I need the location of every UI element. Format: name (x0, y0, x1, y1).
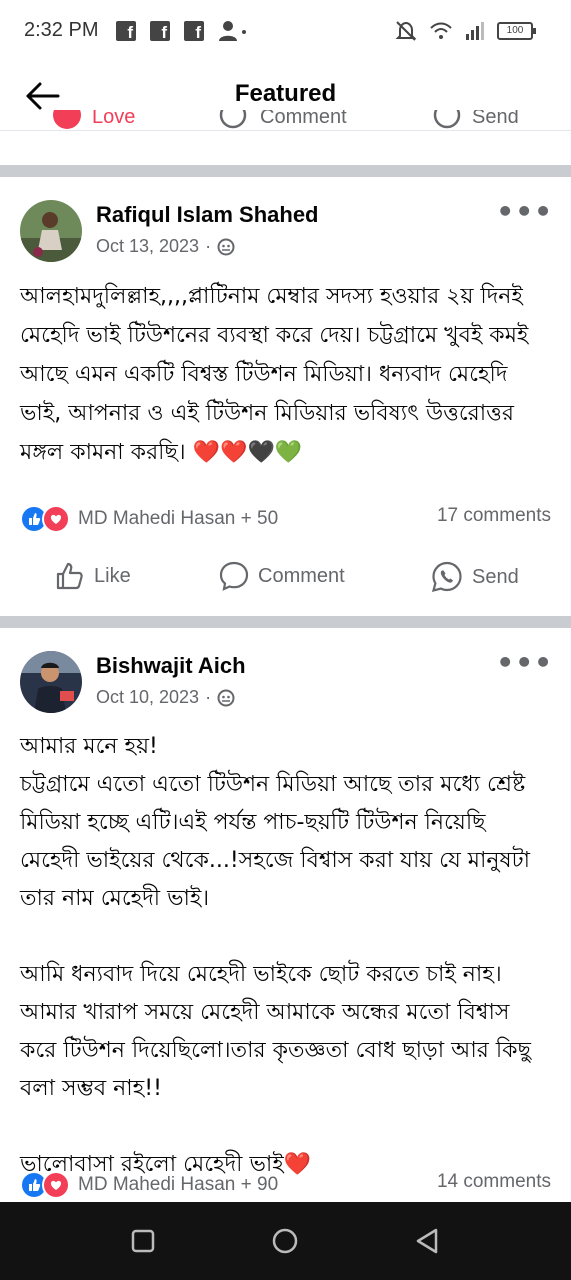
avatar[interactable] (20, 200, 82, 262)
more-options-icon[interactable]: ••• (496, 646, 553, 679)
recent-apps-icon[interactable] (126, 1224, 160, 1258)
post-author[interactable]: Bishwajit Aich (96, 653, 246, 679)
send-label: Send (472, 565, 519, 588)
post-date[interactable]: Oct 13, 2023 (96, 236, 199, 257)
post-actions: Like Comment Send (0, 560, 571, 610)
wifi-icon (430, 22, 452, 39)
globe-icon (217, 238, 235, 255)
meta-separator: · (205, 236, 212, 256)
comment-icon (219, 110, 247, 129)
love-reaction-icon (42, 1171, 70, 1199)
comment-button[interactable]: Comment (218, 560, 345, 592)
facebook-notification-icon (184, 21, 204, 43)
person-add-icon (219, 21, 246, 41)
love-action[interactable]: Love (92, 110, 135, 129)
post-author[interactable]: Rafiqul Islam Shahed (96, 202, 319, 228)
whatsapp-send-icon (431, 561, 462, 593)
comment-icon (219, 561, 249, 591)
post-divider (0, 616, 571, 628)
like-icon (56, 562, 83, 590)
comment-count[interactable]: 14 comments (437, 1171, 551, 1193)
messenger-icon (433, 110, 461, 129)
post-meta: Oct 10, 2023 · (96, 687, 235, 708)
post-divider (0, 165, 571, 177)
status-time: 2:32 PM (24, 19, 99, 41)
meta-separator: · (205, 687, 212, 707)
globe-icon (217, 689, 235, 706)
post-text: আমার মনে হয়! চট্টগ্রামে এতো এতো টিউশন ম… (20, 734, 531, 1177)
battery-icon: 100 (497, 22, 536, 40)
reaction-names: MD Mahedi Hasan + 50 (78, 508, 279, 529)
send-action[interactable]: Send (472, 110, 519, 129)
post-card: Rafiqul Islam Shahed Oct 13, 2023 · ••• … (0, 177, 571, 617)
status-bar: 2:32 PM 100 (0, 0, 571, 62)
home-icon[interactable] (268, 1224, 302, 1258)
post-meta: Oct 13, 2023 · (96, 236, 235, 257)
signal-icon (466, 22, 484, 40)
send-button[interactable]: Send (430, 560, 519, 594)
post-date[interactable]: Oct 10, 2023 (96, 687, 199, 708)
reaction-names: MD Mahedi Hasan + 90 (78, 1174, 279, 1195)
reaction-summary[interactable]: MD Mahedi Hasan + 90 (20, 1171, 278, 1199)
like-label: Like (94, 564, 131, 587)
previous-post-actions: Love Comment Send (0, 110, 571, 165)
facebook-notification-icon (150, 21, 170, 43)
love-reaction-icon (42, 505, 70, 533)
back-nav-icon[interactable] (410, 1224, 444, 1258)
post-card: Bishwajit Aich Oct 10, 2023 · ••• আমার ম… (0, 628, 571, 1203)
page-title: Featured (234, 80, 337, 107)
comment-action[interactable]: Comment (260, 110, 347, 129)
facebook-notification-icon (116, 21, 136, 43)
mute-icon (395, 21, 417, 41)
reaction-summary[interactable]: MD Mahedi Hasan + 50 (20, 505, 278, 533)
avatar[interactable] (20, 651, 82, 713)
comment-label: Comment (258, 564, 345, 587)
more-options-icon[interactable]: ••• (496, 195, 553, 228)
system-navigation-bar (0, 1202, 571, 1280)
notification-icons (116, 20, 248, 43)
love-icon (53, 110, 81, 129)
like-button[interactable]: Like (54, 560, 131, 592)
comment-count[interactable]: 17 comments (437, 505, 551, 527)
post-text: আলহামদুলিল্লাহ,,,,প্লাটিনাম মেম্বার সদস্… (20, 284, 536, 465)
